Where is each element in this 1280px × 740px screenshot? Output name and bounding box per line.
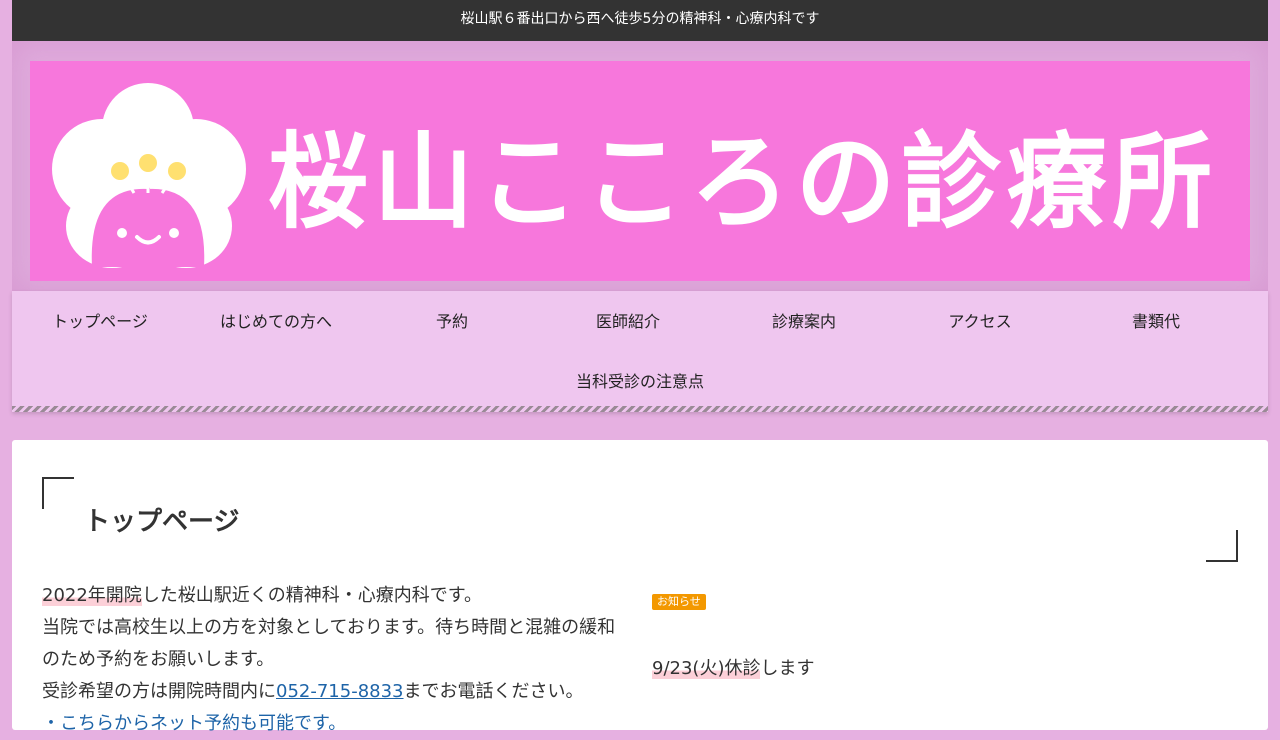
intro-line-2: 当院では高校生以上の方を対象としております。待ち時間と混雑の緩和 [42,617,616,638]
nav-item-clinic-info[interactable]: 診療案内 [716,308,892,332]
logo-banner[interactable]: 桜山こころの診療所 [30,61,1250,281]
intro-line-3: のため予約をお願いします。 [42,649,275,670]
flower-mascot-icon [52,83,246,268]
nav-stripe-divider [12,406,1268,412]
phone-link[interactable]: 052-715-8833 [276,681,404,702]
site-header: 桜山こころの診療所 [12,41,1268,291]
nav-item-notes[interactable]: 当科受診の注意点 [552,368,728,392]
nav-item-top[interactable]: トップページ [12,308,188,332]
corner-bottom-right [1206,530,1238,562]
intro-line-1: 2022年開院した桜山駅近くの精神科・心療内科です。 [42,580,632,612]
nav-item-document-fees[interactable]: 書類代 [1068,308,1244,332]
main-navigation: トップページ はじめての方へ 予約 医師紹介 診療案内 アクセス 書類代 当科受… [12,291,1268,412]
intro-line-1-rest: した桜山駅近くの精神科・心療内科です。 [141,585,483,606]
logo-graphic: 桜山こころの診療所 [52,83,1218,268]
logo-text: 桜山こころの診療所 [268,121,1218,243]
nav-item-access[interactable]: アクセス [892,308,1068,332]
top-bar: 桜山駅６番出口から西へ徒歩5分の精神科・心療内科です [12,0,1268,41]
nav-row-2: 当科受診の注意点 [12,349,1268,411]
news-item-rest: します [760,658,815,679]
site-frame: 桜山駅６番出口から西へ徒歩5分の精神科・心療内科です 桜山こころの診療所 トップ… [12,0,1268,412]
nav-item-doctor[interactable]: 医師紹介 [540,308,716,332]
nav-row-1: トップページ はじめての方へ 予約 医師紹介 診療案内 アクセス 書類代 [12,291,1268,349]
intro-line-4: 受診希望の方は開院時間内に052-715-8833までお電話ください。 [42,676,632,708]
title-block: トップページ [42,477,1238,562]
intro-text: 2022年開院した桜山駅近くの精神科・心療内科です。 当院では高校生以上の方を対… [42,580,632,740]
nav-item-reservation[interactable]: 予約 [364,308,540,332]
intro-line-5[interactable]: ・こちらからネット予約も可能です。 [42,708,632,740]
main-content: トップページ 2022年開院した桜山駅近くの精神科・心療内科です。 当院では高校… [12,440,1268,734]
news-badge: お知らせ [652,594,706,610]
corner-top-left [42,477,74,509]
news-item[interactable]: 9/23(火)休診します [652,654,1232,680]
page-title: トップページ [84,507,240,537]
top-bar-text: 桜山駅６番出口から西へ徒歩5分の精神科・心療内科です [460,11,820,27]
news-item-highlight: 9/23(火)休診 [652,658,761,679]
nav-item-first-visit[interactable]: はじめての方へ [188,308,364,332]
highlight-open-year: 2022年開院 [42,585,142,606]
intro-line-4-post: までお電話ください。 [403,681,584,702]
news-section: お知らせ 9/23(火)休診します [652,590,1232,680]
intro-line-4-pre: 受診希望の方は開院時間内に [42,681,276,702]
